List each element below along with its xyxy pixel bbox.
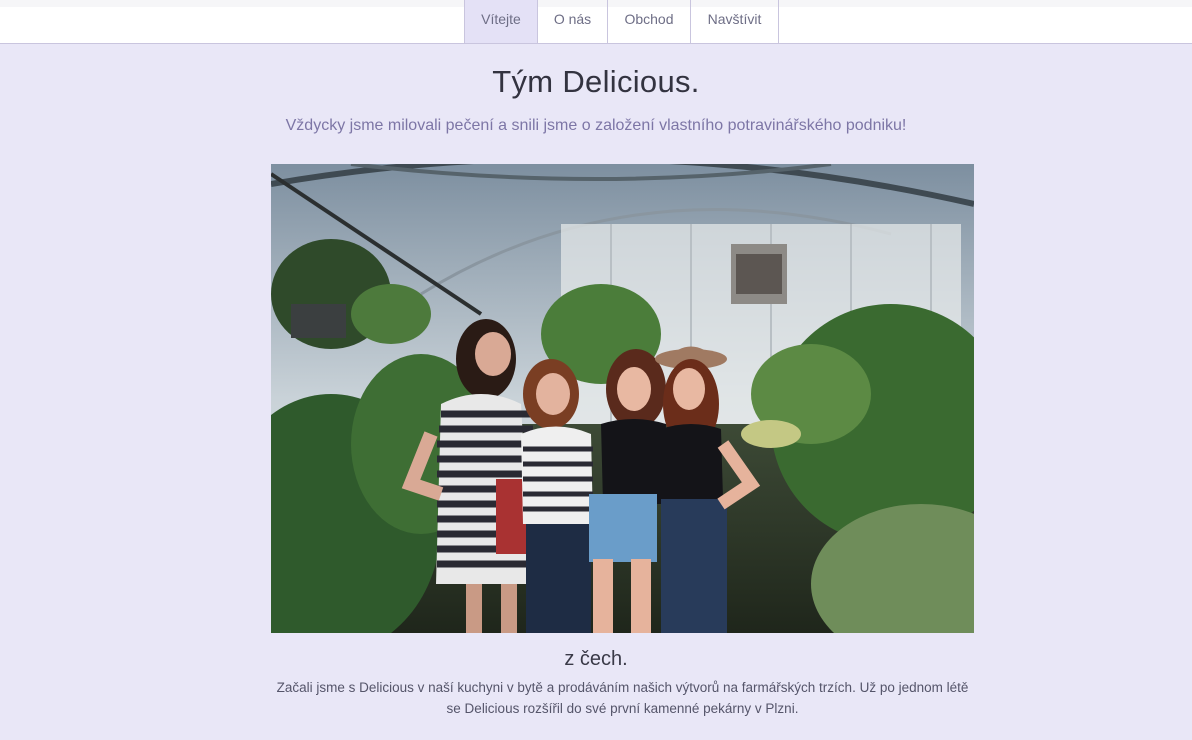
page-title: Tým Delicious. (492, 64, 700, 99)
nav-item-o-nas[interactable]: O nás (538, 0, 608, 43)
team-photo (271, 164, 974, 633)
page-subtitle: Vždycky jsme milovali pečení a snili jsm… (285, 117, 907, 134)
nav-item-obchod[interactable]: Obchod (608, 0, 691, 43)
story-heading: z čech. (564, 648, 628, 670)
main-nav: Vítejte O nás Obchod Navštívit (464, 0, 779, 43)
story-text: Začali jsme s Delicious v naší kuchyni v… (276, 680, 969, 716)
nav-item-navstivit[interactable]: Navštívit (691, 0, 779, 43)
top-navigation-bar: Vítejte O nás Obchod Navštívit (0, 0, 1192, 44)
nav-item-vitejte[interactable]: Vítejte (464, 0, 538, 43)
